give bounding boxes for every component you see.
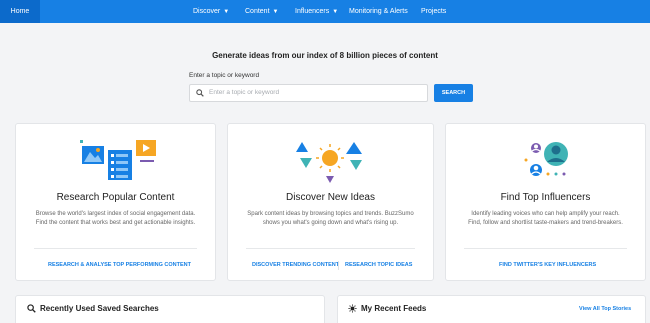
card-title: Discover New Ideas bbox=[286, 192, 375, 203]
card-description: Browse the world's largest index of soci… bbox=[35, 211, 196, 226]
recent-feeds-panel: My Recent Feeds View All Top Stories bbox=[337, 295, 646, 323]
card-discover-ideas: Discover New Ideas Spark content ideas b… bbox=[227, 123, 434, 281]
nav-influencers-label: Influencers bbox=[295, 8, 330, 15]
card-title: Find Top Influencers bbox=[500, 192, 591, 203]
card-find-influencers: Find Top Influencers Identify leading vo… bbox=[445, 123, 646, 281]
nav-discover-label: Discover bbox=[193, 8, 221, 15]
research-topic-ideas-link[interactable]: RESEARCH TOPIC IDEAS bbox=[345, 262, 412, 268]
card-description: Identify leading voices who can help amp… bbox=[468, 211, 623, 226]
search-input[interactable]: Enter a topic or keyword bbox=[189, 84, 428, 102]
search-icon bbox=[196, 89, 204, 97]
nav-content[interactable]: Content ▼ bbox=[245, 0, 278, 23]
chevron-down-icon: ▼ bbox=[272, 9, 279, 15]
nav-home[interactable]: Home bbox=[0, 0, 40, 23]
chevron-down-icon: ▼ bbox=[332, 9, 339, 15]
card-divider bbox=[246, 248, 415, 249]
saved-searches-title: Recently Used Saved Searches bbox=[40, 304, 159, 313]
ideas-shapes-icon bbox=[296, 142, 362, 183]
nav-monitoring[interactable]: Monitoring & Alerts bbox=[349, 0, 408, 23]
nav-content-label: Content bbox=[245, 8, 270, 15]
link-separator bbox=[338, 261, 339, 270]
content-research-icon bbox=[80, 140, 156, 180]
chevron-down-icon: ▼ bbox=[223, 9, 230, 15]
top-nav: Home Discover ▼ Content ▼ Influencers ▼ Mon… bbox=[0, 0, 650, 23]
nav-monitoring-label: Monitoring & Alerts bbox=[349, 8, 408, 15]
search-placeholder: Enter a topic or keyword bbox=[209, 89, 280, 96]
nav-influencers[interactable]: Influencers ▼ bbox=[295, 0, 338, 23]
search-icon bbox=[27, 304, 36, 313]
card-divider bbox=[464, 248, 627, 249]
view-all-top-stories-link[interactable]: View All Top Stories bbox=[579, 306, 631, 312]
saved-searches-panel: Recently Used Saved Searches bbox=[15, 295, 325, 323]
search-headline: Generate ideas from our index of 8 billi… bbox=[212, 51, 438, 60]
influencers-avatars-icon bbox=[524, 142, 568, 176]
card-divider bbox=[34, 248, 197, 249]
recent-feeds-title: My Recent Feeds bbox=[361, 304, 427, 313]
nav-discover[interactable]: Discover ▼ bbox=[193, 0, 229, 23]
sun-gear-icon bbox=[348, 304, 357, 313]
research-top-content-link[interactable]: RESEARCH & ANALYSE TOP PERFORMING CONTEN… bbox=[48, 262, 191, 268]
find-twitter-influencers-link[interactable]: FIND TWITTER'S KEY INFLUENCERS bbox=[499, 262, 596, 268]
search-label: Enter a topic or keyword bbox=[189, 72, 260, 79]
card-title: Research Popular Content bbox=[56, 192, 175, 203]
card-research-content: Research Popular Content Browse the worl… bbox=[15, 123, 216, 281]
nav-projects-label: Projects bbox=[421, 8, 447, 15]
card-description: Spark content ideas by browsing topics a… bbox=[247, 211, 414, 226]
nav-projects[interactable]: Projects bbox=[421, 0, 446, 23]
discover-trending-link[interactable]: DISCOVER TRENDING CONTENT bbox=[252, 262, 339, 268]
search-button[interactable]: SEARCH bbox=[434, 84, 473, 102]
